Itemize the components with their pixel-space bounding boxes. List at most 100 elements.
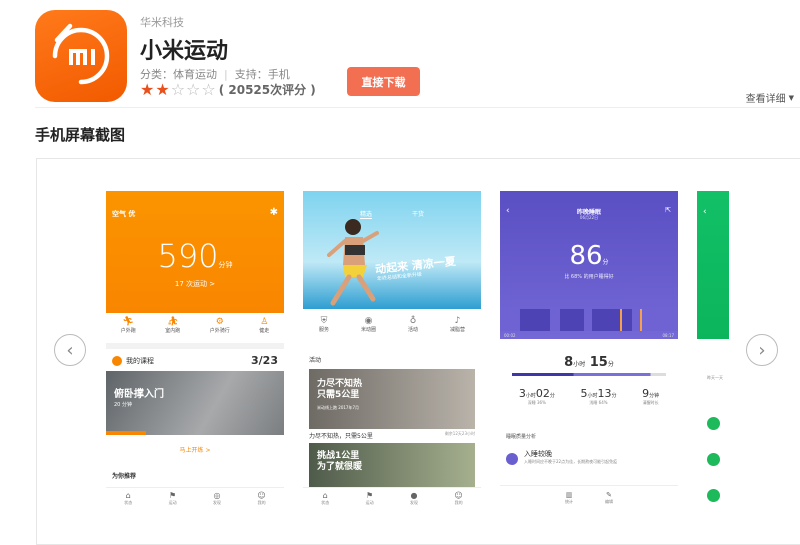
s3-stat-value: 3小时02分 (519, 387, 555, 400)
s3-score-unit: 分 (602, 259, 609, 266)
s3-date: 06月22日 (579, 215, 599, 220)
s1-tab: ◎ 发现 (213, 488, 221, 511)
s3-tab: ✎ 编辑 (605, 486, 613, 511)
s2-card1-remaining: 剩余12天23小时 (444, 431, 475, 436)
s3-tab-label: 统计 (565, 499, 573, 504)
s3-stat-m: 13 (597, 387, 612, 400)
screenshots-section-title: 手机屏幕截图 (35, 126, 126, 144)
s3-item-sub: 入睡时间应不晚于22点为佳，长期熬夜可能引起免疫 (524, 459, 618, 464)
s3-stat-value: 9分钟 (642, 387, 659, 400)
s2-tab-label: 状态 (321, 500, 330, 505)
dumbbell-icon: ♪ (454, 316, 461, 326)
s3-stat-value: 5小时13分 (580, 387, 616, 400)
flag-icon: ⚑ (169, 491, 177, 500)
star-filled-icon: ★ (155, 79, 170, 99)
user-icon: ☺ (257, 491, 266, 500)
s1-tab: ☺ 我的 (257, 488, 265, 511)
developer-name[interactable]: 华米科技 (140, 14, 184, 30)
green-circle-icon (707, 489, 720, 502)
s3-item-title: 入睡较晚 (524, 450, 552, 458)
s3-stat-unit-m: 分 (611, 393, 617, 399)
s1-count: 17 次运动 > (174, 280, 216, 288)
s2-event-card: 力尽不知热 只需5公里 米动线上跑 2017年7月 (309, 369, 475, 429)
s3-stat: 3小时02分 深睡 36% (519, 387, 555, 406)
s3-stat-m: 02 (535, 387, 550, 400)
green-circle-icon (707, 417, 720, 430)
chevron-left-icon: ‹ (66, 339, 74, 361)
s1-header: 空气 优 ✱ 590分钟 17 次运动 > (106, 191, 284, 313)
s1-mode-label: 室内跑 (165, 328, 181, 334)
s3-time-range: 00:02 08:17 (504, 333, 674, 338)
s3-time-end: 08:17 (662, 333, 674, 338)
s2-icon-item: ♁ 活动 (408, 316, 418, 333)
s1-mode: ⛹︎ 室内跑 (165, 317, 180, 334)
moon-icon (506, 453, 518, 465)
s3-stat-unit-h: 小时 (587, 393, 598, 399)
s1-course-progress (106, 431, 146, 435)
s1-mode-label: 户外跑 (120, 328, 136, 334)
screenshot-1[interactable]: 空气 优 ✱ 590分钟 17 次运动 > 🏃︎ 户外跑 ⛹︎ 室内跑 ⚙︎ 户外骑行… (106, 191, 284, 511)
s2-tab-label: 我的 (454, 500, 463, 505)
s3-tabbar: ▥ 统计 ✎ 编辑 (500, 485, 678, 511)
s1-mode-label: 健走 (259, 328, 270, 334)
app-icon (35, 10, 127, 102)
s3-stat-label: 浅睡 64% (589, 400, 608, 405)
chevron-right-icon: › (758, 339, 766, 361)
s2-icon-row: ⛨ 服务 ◉ 米动圈 ♁ 活动 ♪ 减脂营 (303, 316, 481, 333)
edit-icon: ✎ (606, 491, 612, 499)
download-button[interactable]: 直接下载 (347, 67, 420, 96)
screenshot-4[interactable]: ‹ 昨天一天 (697, 191, 729, 511)
bike-icon: ⚙︎ (215, 317, 224, 327)
star-empty-icon: ☆ (170, 79, 186, 99)
s3-analysis-item: 入睡较晚 入睡时间应不晚于22点为佳，长期熬夜可能引起免疫 (506, 449, 672, 465)
screenshot-2[interactable]: 精选 干货 动起来 清凉一夏 年终总结和全新升级 ⛨ 服务 ◉ 米动圈 ♁ 活动… (303, 191, 481, 511)
s2-tab-label: 运动 (365, 500, 374, 505)
s1-course-ratio: 3/23 (251, 354, 278, 367)
s3-progress (512, 373, 666, 376)
rating: ★★☆☆☆ ( 20525次评分 ) (140, 81, 316, 98)
view-details-label: 查看详细 (745, 94, 786, 105)
s1-mode: ⚙︎ 户外骑行 (210, 317, 230, 334)
balloon-icon: ♁ (409, 316, 417, 326)
s1-mode-label: 户外骑行 (209, 328, 230, 334)
s2-icon-item: ♪ 减脂营 (450, 316, 465, 333)
s1-start-link: 马上开练 > (179, 447, 211, 454)
s2-icon-label: 服务 (318, 327, 329, 333)
gallery-next-button[interactable]: › (746, 334, 778, 366)
s3-beat: 比 68% 的用户睡得好 (564, 274, 614, 280)
s1-tab: ⌂ 状态 (124, 488, 132, 511)
s3-stat-h: 3 (518, 387, 526, 400)
s1-course-title: 俯卧撑入门 (114, 389, 164, 400)
s3-stat-unit-h: 小时 (525, 393, 536, 399)
gear-icon: ✱ (269, 207, 278, 218)
s1-course-row: 我的课程 3/23 (112, 354, 278, 367)
meta-separator: | (224, 67, 228, 81)
screenshot-3[interactable]: ‹ ⇱ 昨晚睡眠 06月22日 86分 比 68% 的用户睡得好 00:02 0… (500, 191, 678, 511)
s3-score: 86分 (500, 241, 678, 271)
s2-tab: ● 发现 (410, 488, 418, 511)
s3-score-value: 86 (569, 241, 603, 271)
s2-card1-caption-row: 力尽不知热，只需5公里 剩余12天23小时 (309, 431, 475, 440)
s2-icon-label: 减脂营 (449, 327, 465, 333)
s3-total-h: 8 (564, 355, 574, 370)
s4-header: ‹ (697, 191, 729, 339)
s3-stat-unit: 分钟 (649, 393, 660, 399)
home-icon: ⌂ (125, 491, 131, 500)
star-filled-icon: ★ (140, 79, 155, 99)
s4-label: 昨天一天 (707, 375, 723, 380)
view-details-link[interactable]: 查看详细 ▼ (745, 90, 794, 106)
app-detail-page: 华米科技 小米运动 分类：体育运动 | 支持：手机 ★★☆☆☆ ( 20525次… (0, 0, 800, 545)
s1-air-quality: 空气 优 (112, 210, 136, 218)
home-icon: ⌂ (322, 491, 328, 500)
s3-stats: 3小时02分 深睡 36% 5小时13分 浅睡 64% 9分钟 清醒时长 (506, 387, 672, 406)
green-circle-icon (707, 453, 720, 466)
flag-icon: ⚑ (366, 491, 374, 500)
s3-analysis-label: 睡眠质量分析 (506, 434, 537, 440)
gallery-prev-button[interactable]: ‹ (54, 334, 86, 366)
sleep-bars (500, 309, 678, 331)
s3-tab-label: 编辑 (605, 499, 613, 504)
s1-modes: 🏃︎ 户外跑 ⛹︎ 室内跑 ⚙︎ 户外骑行 ♙︎ 健走 (106, 317, 284, 334)
s3-total-m: 15 (589, 355, 608, 370)
s1-mode: 🏃︎ 户外跑 (121, 317, 136, 334)
s2-event-card-2: 挑战1公里 为了就很暖 (309, 443, 475, 487)
